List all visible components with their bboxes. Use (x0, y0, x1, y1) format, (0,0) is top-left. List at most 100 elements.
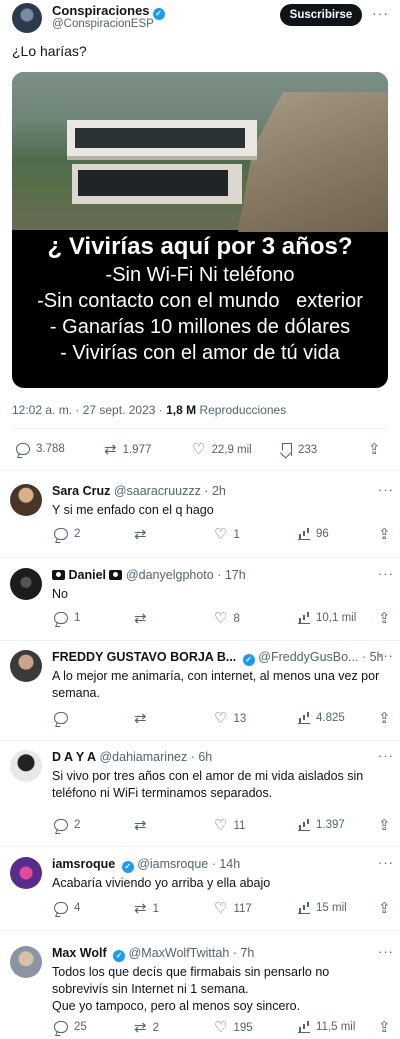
more-icon[interactable]: ··· (378, 944, 394, 959)
tweet-actions: 3.788 ⇄ 1.977 ♡ 22,9 mil 233 ⇪ (0, 441, 400, 463)
reply-count: 2 (74, 528, 81, 540)
author-name[interactable]: Conspiraciones (52, 3, 150, 18)
divider (0, 846, 400, 847)
avatar[interactable] (10, 568, 42, 600)
timestamp[interactable]: 12:02 a. m. · 27 sept. 2023 · (12, 403, 163, 417)
reply-text: A lo mejor me animaría, con internet, al… (52, 669, 380, 700)
reply-author-name[interactable]: iamsroque (52, 857, 115, 871)
reply-author-name[interactable]: Max Wolf (52, 946, 107, 960)
tweet-image[interactable]: ¿ Vivirías aquí por 3 años? -Sin Wi-Fi N… (12, 72, 388, 388)
reply-actions: 1 ⇄ ♡ 8 10,1 mil ⇪ (0, 610, 400, 632)
views-button[interactable]: 15 mil (298, 902, 347, 914)
views-count: 11,5 mil (316, 1021, 356, 1033)
bookmark-icon (282, 443, 292, 456)
more-icon[interactable]: ··· (378, 648, 394, 663)
views-button[interactable]: 96 (298, 528, 329, 540)
more-icon[interactable]: ··· (372, 5, 389, 21)
reply-author-handle[interactable]: @dahiamarinez · 6h (99, 750, 212, 764)
like-button[interactable]: ♡ 11 (214, 818, 246, 833)
cliff-house-photo (12, 72, 388, 232)
like-icon: ♡ (214, 710, 228, 727)
share-button[interactable]: ⇪ (378, 527, 391, 542)
share-button[interactable]: ⇪ (378, 711, 391, 726)
like-button[interactable]: ♡ 13 (214, 710, 246, 727)
reply-button[interactable]: 3.788 (16, 443, 65, 455)
like-icon: ♡ (192, 441, 206, 458)
retweet-button[interactable]: ⇄ (134, 818, 153, 833)
retweet-button[interactable]: ⇄ 2 (134, 1020, 159, 1035)
reply-button[interactable]: 2 (54, 528, 80, 540)
reply-header: Daniel @danyelgphoto · 17h (52, 568, 246, 582)
share-button[interactable]: ⇪ (368, 442, 381, 457)
like-button[interactable]: ♡ 117 (214, 901, 252, 916)
author-handle[interactable]: @ConspiracionESP (52, 18, 154, 30)
avatar[interactable] (10, 650, 42, 682)
avatar[interactable] (10, 857, 42, 889)
reply-icon (54, 1021, 68, 1033)
reply-text: No (52, 587, 68, 601)
views-button[interactable]: 1.397 (298, 819, 345, 831)
subscribe-button[interactable]: Suscribirse (280, 4, 362, 26)
house-lower-level (72, 164, 242, 204)
reply-button[interactable]: 1 (54, 612, 80, 624)
retweet-button[interactable]: ⇄ 1.977 (104, 442, 151, 457)
bookmark-button[interactable]: 233 (282, 443, 317, 456)
reply-author-handle[interactable]: @FreddyGusBo... · 5h (258, 650, 383, 664)
views-button[interactable]: 10,1 mil (298, 612, 356, 624)
retweet-button[interactable]: ⇄ 1 (134, 901, 159, 916)
retweet-button[interactable]: ⇄ (134, 711, 153, 726)
overlay-line: - Vivirías con el amor de tú vida (60, 342, 340, 364)
more-icon[interactable]: ··· (378, 566, 394, 581)
reply-author-name[interactable]: FREDDY GUSTAVO BORJA B... (52, 650, 236, 664)
views-count: 4.825 (316, 712, 345, 724)
bookmark-count: 233 (298, 443, 318, 456)
retweet-count: 2 (152, 1022, 159, 1034)
avatar[interactable] (10, 750, 42, 782)
more-icon[interactable]: ··· (378, 482, 394, 497)
more-icon[interactable]: ··· (378, 855, 394, 870)
reply-button[interactable]: 4 (54, 902, 80, 914)
reply-author-handle[interactable]: @saaracruuzzz · 2h (114, 484, 226, 498)
views-button[interactable]: 4.825 (298, 712, 345, 724)
reply-author-name[interactable]: D A Y A (52, 750, 96, 764)
like-count: 117 (233, 903, 252, 915)
like-button[interactable]: ♡ 1 (214, 527, 240, 542)
reply-author-handle[interactable]: @danyelgphoto · 17h (126, 568, 246, 582)
like-icon: ♡ (214, 1019, 228, 1036)
reply-header: iamsroque ✓ @iamsroque · 14h (52, 857, 240, 873)
reply-author-handle[interactable]: @MaxWolfTwittah · 7h (129, 946, 255, 960)
overlay-line: - Ganarías 10 millones de dólares (49, 316, 351, 338)
reply-button[interactable]: 25 (54, 1021, 87, 1033)
reply-button[interactable]: 2 (54, 819, 80, 831)
views-button[interactable]: 11,5 mil (298, 1021, 355, 1033)
like-button[interactable]: ♡ 195 (214, 1019, 253, 1036)
like-button[interactable]: ♡ 8 (214, 611, 240, 626)
retweet-button[interactable]: ⇄ (134, 527, 153, 542)
like-count: 11 (233, 820, 246, 832)
reply-icon (54, 528, 68, 540)
views-icon (298, 820, 310, 831)
avatar[interactable] (10, 946, 42, 978)
reply-icon (54, 819, 68, 831)
reply-header: Sara Cruz @saaracruuzzz · 2h (52, 484, 226, 498)
share-icon: ⇪ (378, 610, 391, 627)
reply-author-name[interactable]: Sara Cruz (52, 484, 110, 498)
reply-actions: 2 ⇄ ♡ 11 1.397 ⇪ (0, 818, 400, 839)
retweet-button[interactable]: ⇄ (134, 611, 153, 626)
camera-icon (52, 570, 65, 580)
like-button[interactable]: ♡ 22,9 mil (192, 441, 252, 458)
share-button[interactable]: ⇪ (378, 1020, 391, 1035)
share-button[interactable]: ⇪ (378, 610, 391, 627)
divider (0, 640, 400, 641)
reply-author-name[interactable]: Daniel (68, 568, 106, 582)
image-overlay-text: ¿ Vivirías aquí por 3 años? -Sin Wi-Fi N… (12, 232, 388, 366)
reply-author-handle[interactable]: @iamsroque · 14h (137, 857, 240, 871)
more-icon[interactable]: ··· (378, 748, 394, 763)
verified-icon: ✓ (152, 8, 165, 20)
share-button[interactable]: ⇪ (378, 901, 391, 916)
avatar[interactable] (10, 484, 42, 516)
author-avatar[interactable] (12, 3, 42, 33)
reply-icon (16, 443, 30, 455)
reply-button[interactable] (54, 712, 74, 724)
share-button[interactable]: ⇪ (378, 818, 391, 833)
